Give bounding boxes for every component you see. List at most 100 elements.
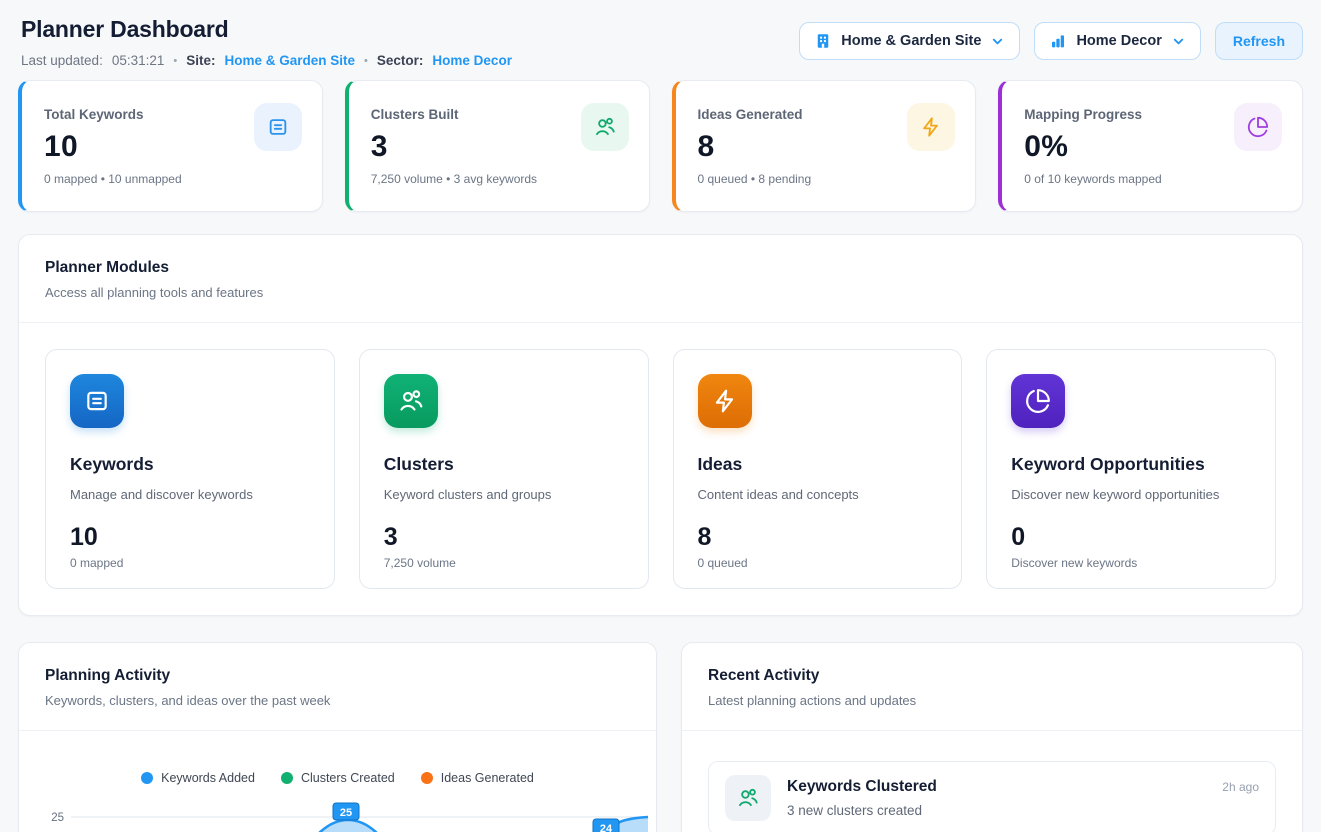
users-icon xyxy=(384,374,438,428)
module-detail: 7,250 volume xyxy=(384,556,624,570)
legend-item-keywords-added[interactable]: Keywords Added xyxy=(141,771,255,785)
stat-card-clusters-built: Clusters Built 3 7,250 volume • 3 avg ke… xyxy=(345,80,650,212)
chevron-down-icon xyxy=(990,34,1005,49)
pie-chart-icon xyxy=(1011,374,1065,428)
module-detail: Discover new keywords xyxy=(1011,556,1251,570)
legend-dot-orange xyxy=(421,772,433,784)
recent-activity-list: Keywords Clustered 2h ago 3 new clusters… xyxy=(682,731,1302,832)
chevron-down-icon xyxy=(1171,34,1186,49)
building-icon xyxy=(814,32,832,50)
module-title: Clusters xyxy=(384,454,624,475)
last-updated-label: Last updated: xyxy=(21,53,103,68)
module-detail: 0 queued xyxy=(698,556,938,570)
module-title: Keyword Opportunities xyxy=(1011,454,1251,475)
module-title: Keywords xyxy=(70,454,310,475)
topbar: Planner Dashboard Last updated: 05:31:21… xyxy=(18,14,1303,68)
svg-text:24: 24 xyxy=(600,823,613,832)
stat-value: 3 xyxy=(371,130,537,164)
y-axis-tick-25: 25 xyxy=(51,812,64,824)
planning-activity-chart: 25 25 24 xyxy=(27,795,648,832)
sector-selector-dropdown[interactable]: Home Decor xyxy=(1034,22,1200,60)
site-label: Site: xyxy=(186,53,215,68)
module-card-clusters[interactable]: Clusters Keyword clusters and groups 3 7… xyxy=(359,349,649,589)
module-card-keywords[interactable]: Keywords Manage and discover keywords 10… xyxy=(45,349,335,589)
planner-modules-panel: Planner Modules Access all planning tool… xyxy=(18,234,1303,616)
legend-item-clusters-created[interactable]: Clusters Created xyxy=(281,771,395,785)
stat-detail: 0 mapped • 10 unmapped xyxy=(44,172,182,186)
chart-legend: Keywords Added Clusters Created Ideas Ge… xyxy=(27,771,648,785)
stat-cards-row: Total Keywords 10 0 mapped • 10 unmapped… xyxy=(18,80,1303,212)
planning-activity-subtitle: Keywords, clusters, and ideas over the p… xyxy=(45,693,630,708)
stat-value: 0% xyxy=(1024,130,1161,164)
legend-label: Keywords Added xyxy=(161,771,255,785)
meta-separator: • xyxy=(364,55,368,67)
module-description: Discover new keyword opportunities xyxy=(1011,487,1251,502)
stat-label: Ideas Generated xyxy=(698,107,812,122)
bar-chart-icon xyxy=(1049,32,1067,50)
svg-text:25: 25 xyxy=(340,807,352,819)
pie-chart-icon xyxy=(1234,103,1282,151)
last-updated-value: 05:31:21 xyxy=(112,53,165,68)
module-description: Manage and discover keywords xyxy=(70,487,310,502)
legend-dot-blue xyxy=(141,772,153,784)
note-icon xyxy=(254,103,302,151)
stat-card-mapping-progress: Mapping Progress 0% 0 of 10 keywords map… xyxy=(998,80,1303,212)
site-selector-dropdown[interactable]: Home & Garden Site xyxy=(799,22,1020,60)
stat-detail: 0 of 10 keywords mapped xyxy=(1024,172,1161,186)
module-value: 10 xyxy=(70,523,310,552)
activity-item-time: 2h ago xyxy=(1222,780,1259,794)
stat-detail: 7,250 volume • 3 avg keywords xyxy=(371,172,537,186)
legend-label: Ideas Generated xyxy=(441,771,534,785)
users-icon xyxy=(581,103,629,151)
modules-panel-title: Planner Modules xyxy=(45,259,1276,277)
point-label-24: 24 xyxy=(593,819,619,832)
modules-panel-subtitle: Access all planning tools and features xyxy=(45,285,1276,300)
planning-activity-title: Planning Activity xyxy=(45,667,630,685)
stat-label: Total Keywords xyxy=(44,107,182,122)
modules-grid: Keywords Manage and discover keywords 10… xyxy=(19,323,1302,615)
site-link[interactable]: Home & Garden Site xyxy=(225,53,356,68)
site-selector-label: Home & Garden Site xyxy=(841,33,981,49)
module-value: 8 xyxy=(698,523,938,552)
note-icon xyxy=(70,374,124,428)
sector-selector-label: Home Decor xyxy=(1076,33,1161,49)
module-value: 3 xyxy=(384,523,624,552)
planning-activity-panel: Planning Activity Keywords, clusters, an… xyxy=(18,642,657,832)
stat-label: Clusters Built xyxy=(371,107,537,122)
recent-activity-title: Recent Activity xyxy=(708,667,1276,685)
planner-dashboard-page: Planner Dashboard Last updated: 05:31:21… xyxy=(0,0,1321,832)
stat-label: Mapping Progress xyxy=(1024,107,1161,122)
legend-dot-green xyxy=(281,772,293,784)
module-value: 0 xyxy=(1011,523,1251,552)
users-icon xyxy=(725,775,771,821)
header-left: Planner Dashboard Last updated: 05:31:21… xyxy=(18,14,512,68)
module-description: Keyword clusters and groups xyxy=(384,487,624,502)
module-card-ideas[interactable]: Ideas Content ideas and concepts 8 0 que… xyxy=(673,349,963,589)
stat-detail: 0 queued • 8 pending xyxy=(698,172,812,186)
module-card-keyword-opportunities[interactable]: Keyword Opportunities Discover new keywo… xyxy=(986,349,1276,589)
point-label-25: 25 xyxy=(333,803,359,820)
sector-link[interactable]: Home Decor xyxy=(432,53,512,68)
module-description: Content ideas and concepts xyxy=(698,487,938,502)
legend-label: Clusters Created xyxy=(301,771,395,785)
stat-card-total-keywords: Total Keywords 10 0 mapped • 10 unmapped xyxy=(18,80,323,212)
chart-block: Keywords Added Clusters Created Ideas Ge… xyxy=(19,731,656,832)
sector-label: Sector: xyxy=(377,53,424,68)
activity-item-title: Keywords Clustered xyxy=(787,778,937,796)
zap-icon xyxy=(698,374,752,428)
refresh-button[interactable]: Refresh xyxy=(1215,22,1303,60)
stat-value: 8 xyxy=(698,130,812,164)
module-title: Ideas xyxy=(698,454,938,475)
keywords-added-area-peak xyxy=(274,820,422,832)
activity-item-keywords-clustered: Keywords Clustered 2h ago 3 new clusters… xyxy=(708,761,1276,832)
stat-card-ideas-generated: Ideas Generated 8 0 queued • 8 pending xyxy=(672,80,977,212)
header-meta: Last updated: 05:31:21 • Site: Home & Ga… xyxy=(21,53,512,68)
legend-item-ideas-generated[interactable]: Ideas Generated xyxy=(421,771,534,785)
meta-separator: • xyxy=(173,55,177,67)
stat-value: 10 xyxy=(44,130,182,164)
page-title: Planner Dashboard xyxy=(21,14,512,44)
activity-item-description: 3 new clusters created xyxy=(787,803,1259,818)
header-controls: Home & Garden Site Home Decor Refresh xyxy=(799,22,1303,60)
module-detail: 0 mapped xyxy=(70,556,310,570)
recent-activity-subtitle: Latest planning actions and updates xyxy=(708,693,1276,708)
